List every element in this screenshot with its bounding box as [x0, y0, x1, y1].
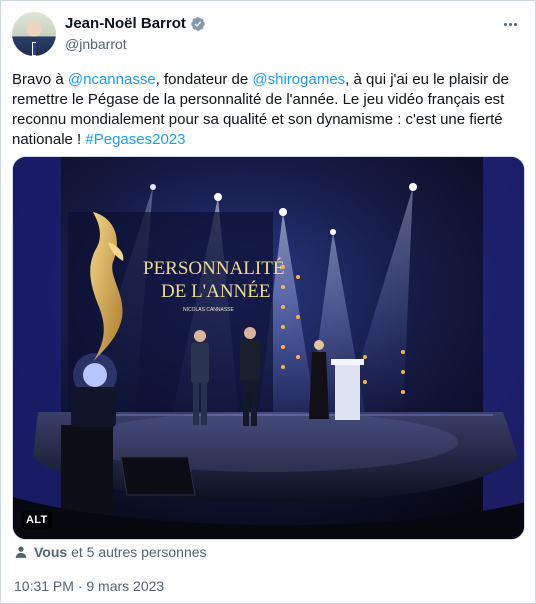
tweet-timestamp[interactable]: 10:31 PM · 9 mars 2023 — [14, 578, 164, 594]
tweet-text: Bravo à @ncannasse, fondateur de @shirog… — [12, 70, 526, 150]
tweet-text-segment: Bravo à — [12, 71, 68, 88]
tweet-card: Jean-Noël Barrot @jnbarrot Bravo à @ncan… — [0, 0, 536, 604]
likes-you: Vous — [34, 544, 68, 560]
stage-subtitle: NICOLAS CANNASSE — [183, 307, 235, 313]
tweet-photo[interactable]: PERSONNALITÉ DE L'ANNÉE NICOLAS CANNASSE — [12, 156, 525, 540]
verified-badge-icon — [191, 16, 205, 31]
likes-summary[interactable]: Vous et 5 autres personnes — [14, 544, 207, 560]
hashtag-pegases2023[interactable]: #Pegases2023 — [85, 131, 185, 148]
stage-title-line2: DE L'ANNÉE — [161, 280, 270, 302]
avatar-tie — [33, 43, 36, 55]
author-handle[interactable]: @jnbarrot — [65, 36, 127, 52]
author-display-name[interactable]: Jean-Noël Barrot — [65, 15, 186, 32]
alt-badge[interactable]: ALT — [21, 511, 53, 529]
stage-photo: PERSONNALITÉ DE L'ANNÉE NICOLAS CANNASSE — [13, 157, 524, 539]
person-icon — [15, 546, 27, 558]
mention-ncannasse[interactable]: @ncannasse — [68, 71, 156, 88]
author-name-row: Jean-Noël Barrot — [65, 15, 206, 32]
likes-others: et 5 autres personnes — [71, 544, 207, 560]
mention-shirogames[interactable]: @shirogames — [252, 71, 345, 88]
avatar[interactable] — [12, 12, 56, 56]
more-options-icon[interactable] — [499, 13, 521, 35]
stage-title-line1: PERSONNALITÉ — [143, 257, 284, 279]
tweet-text-segment: , fondateur de — [155, 71, 253, 88]
